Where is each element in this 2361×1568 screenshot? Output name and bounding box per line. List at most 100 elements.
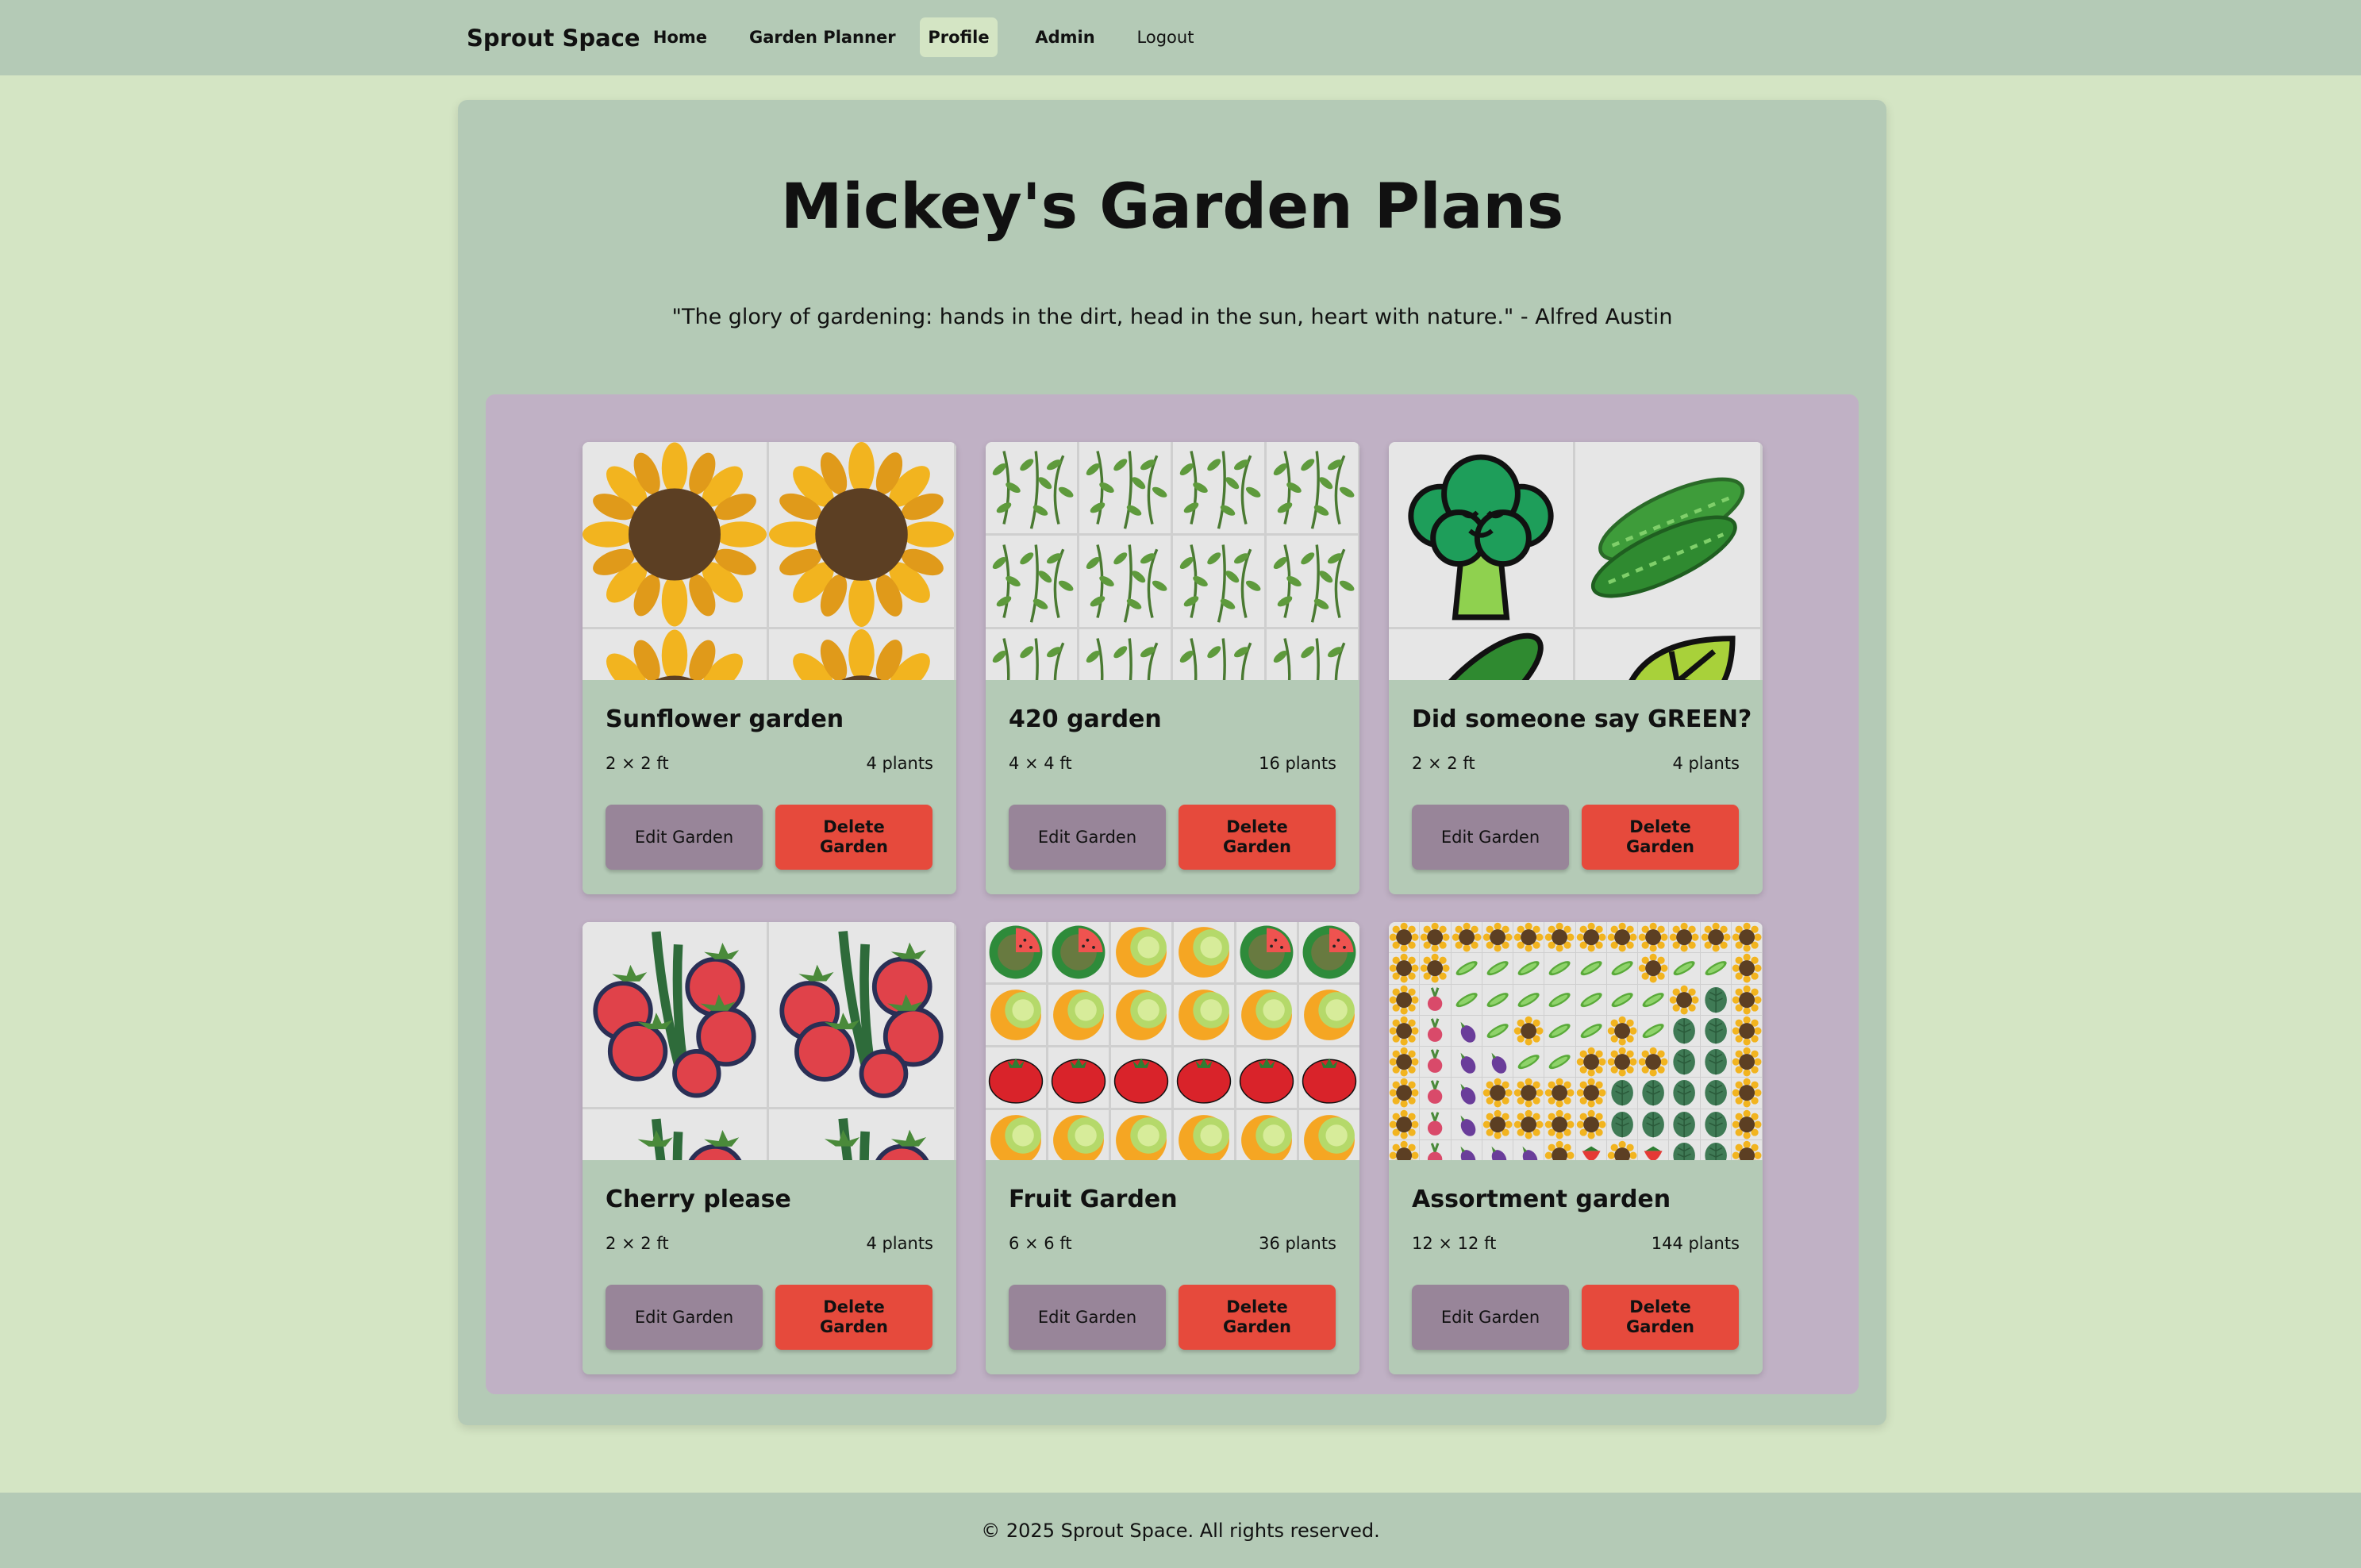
radish-icon	[1420, 1047, 1452, 1078]
tomato-icon	[1048, 1047, 1111, 1110]
sunflower-icon	[769, 442, 956, 629]
herb-icon	[986, 536, 1079, 629]
sunflower-icon	[1544, 1139, 1576, 1160]
garden-card: Did someone say GREEN? 2 × 2 ft 4 plants…	[1389, 442, 1763, 894]
sunflower-icon	[1389, 1109, 1421, 1140]
delete-garden-button[interactable]: Delete Garden	[1582, 1285, 1739, 1350]
melon-icon	[1048, 985, 1111, 1047]
melon-icon	[1174, 1110, 1236, 1160]
delete-garden-button[interactable]: Delete Garden	[1179, 1285, 1336, 1350]
nav-logout[interactable]: Logout	[1132, 17, 1199, 57]
kale-icon	[1669, 1047, 1701, 1078]
kale-icon	[1606, 1078, 1638, 1109]
delete-garden-button[interactable]: Delete Garden	[1582, 805, 1739, 870]
cherry-tomato-icon	[769, 922, 956, 1109]
footer-copyright: © 2025 Sprout Space. All rights reserved…	[981, 1520, 1380, 1542]
brand-logo[interactable]: Sprout Space	[467, 22, 640, 54]
sunflower-icon	[1606, 1047, 1638, 1078]
sunflower-icon	[1731, 1015, 1763, 1047]
garden-name: Fruit Garden	[1009, 1186, 1178, 1213]
kale-icon	[1700, 1047, 1732, 1078]
nav-garden-planner[interactable]: Garden Planner	[749, 17, 896, 57]
melon-icon	[1236, 985, 1299, 1047]
sunflower-icon	[1389, 1078, 1421, 1109]
garden-thumbnail[interactable]	[583, 442, 956, 680]
garden-thumbnail[interactable]	[986, 442, 1359, 680]
garden-name: Did someone say GREEN?	[1412, 705, 1752, 733]
sunflower-icon	[583, 442, 769, 629]
herb-icon	[1267, 629, 1359, 680]
sunflower-icon	[1451, 922, 1482, 954]
herb-icon	[1079, 536, 1173, 629]
sunflower-icon	[1544, 922, 1576, 954]
eggplant-icon	[1513, 1139, 1545, 1160]
herb-icon	[986, 442, 1079, 536]
eggplant-icon	[1451, 1078, 1482, 1109]
garden-name: 420 garden	[1009, 705, 1162, 733]
sunflower-icon	[1731, 984, 1763, 1016]
pea-pod-icon	[1482, 1015, 1513, 1047]
sunflower-icon	[1669, 984, 1701, 1016]
kale-icon	[1700, 984, 1732, 1016]
pea-pod-icon	[1544, 984, 1576, 1016]
watermelon-icon	[1236, 922, 1299, 985]
edit-garden-button[interactable]: Edit Garden	[1412, 805, 1569, 870]
edit-garden-button[interactable]: Edit Garden	[1412, 1285, 1569, 1350]
sunflower-icon	[1575, 1047, 1607, 1078]
kale-icon	[1700, 1139, 1732, 1160]
edit-garden-button[interactable]: Edit Garden	[606, 805, 763, 870]
sunflower-icon	[1544, 1078, 1576, 1109]
herb-icon	[1173, 442, 1267, 536]
sunflower-icon	[1731, 1139, 1763, 1160]
garden-card: Cherry please 2 × 2 ft 4 plants Edit Gar…	[583, 922, 956, 1374]
pea-pod-icon	[1544, 953, 1576, 985]
pea-pod-icon	[1606, 953, 1638, 985]
sunflower-icon	[1606, 1015, 1638, 1047]
pea-pod-icon	[1669, 953, 1701, 985]
delete-garden-button[interactable]: Delete Garden	[1179, 805, 1336, 870]
edit-garden-button[interactable]: Edit Garden	[1009, 805, 1166, 870]
pea-pod-icon	[1575, 984, 1607, 1016]
edit-garden-button[interactable]: Edit Garden	[1009, 1285, 1166, 1350]
garden-thumbnail[interactable]	[1389, 922, 1763, 1160]
tomato-icon	[1174, 1047, 1236, 1110]
garden-plant-count: 4 plants	[1672, 754, 1740, 773]
sunflower-icon	[1482, 922, 1513, 954]
garden-plant-count: 16 plants	[1259, 754, 1336, 773]
melon-icon	[1299, 1110, 1359, 1160]
garden-size: 4 × 4 ft	[1009, 754, 1072, 773]
edit-garden-button[interactable]: Edit Garden	[606, 1285, 763, 1350]
sunflower-icon	[583, 629, 769, 680]
sunflower-icon	[1638, 953, 1670, 985]
kale-icon	[1669, 1015, 1701, 1047]
nav-home[interactable]: Home	[644, 17, 716, 57]
eggplant-icon	[1451, 1047, 1482, 1078]
herb-icon	[986, 629, 1079, 680]
cherry-tomato-icon	[583, 922, 769, 1109]
garden-thumbnail[interactable]	[583, 922, 956, 1160]
strawberry-icon	[1575, 1139, 1607, 1160]
nav-profile[interactable]: Profile	[920, 17, 998, 57]
kale-icon	[1669, 1109, 1701, 1140]
nav-admin[interactable]: Admin	[1027, 17, 1103, 57]
main-panel: Mickey's Garden Plans "The glory of gard…	[458, 100, 1886, 1425]
sunflower-icon	[769, 629, 956, 680]
pea-pod-icon	[1451, 984, 1482, 1016]
garden-plant-count: 4 plants	[866, 1234, 933, 1253]
garden-size: 2 × 2 ft	[1412, 754, 1475, 773]
sunflower-icon	[1731, 953, 1763, 985]
garden-thumbnail[interactable]	[986, 922, 1359, 1160]
garden-card: Fruit Garden 6 × 6 ft 36 plants Edit Gar…	[986, 922, 1359, 1374]
melon-icon	[1299, 985, 1359, 1047]
delete-garden-button[interactable]: Delete Garden	[775, 1285, 932, 1350]
sunflower-icon	[1575, 1109, 1607, 1140]
page-title: Mickey's Garden Plans	[780, 171, 1564, 243]
tomato-icon	[1299, 1047, 1359, 1110]
herb-icon	[1173, 629, 1267, 680]
herb-icon	[1267, 442, 1359, 536]
cucumber-icon	[1575, 442, 1763, 629]
delete-garden-button[interactable]: Delete Garden	[775, 805, 932, 870]
pea-pod-icon	[1482, 953, 1513, 985]
sunflower-icon	[1669, 922, 1701, 954]
garden-thumbnail[interactable]	[1389, 442, 1763, 680]
